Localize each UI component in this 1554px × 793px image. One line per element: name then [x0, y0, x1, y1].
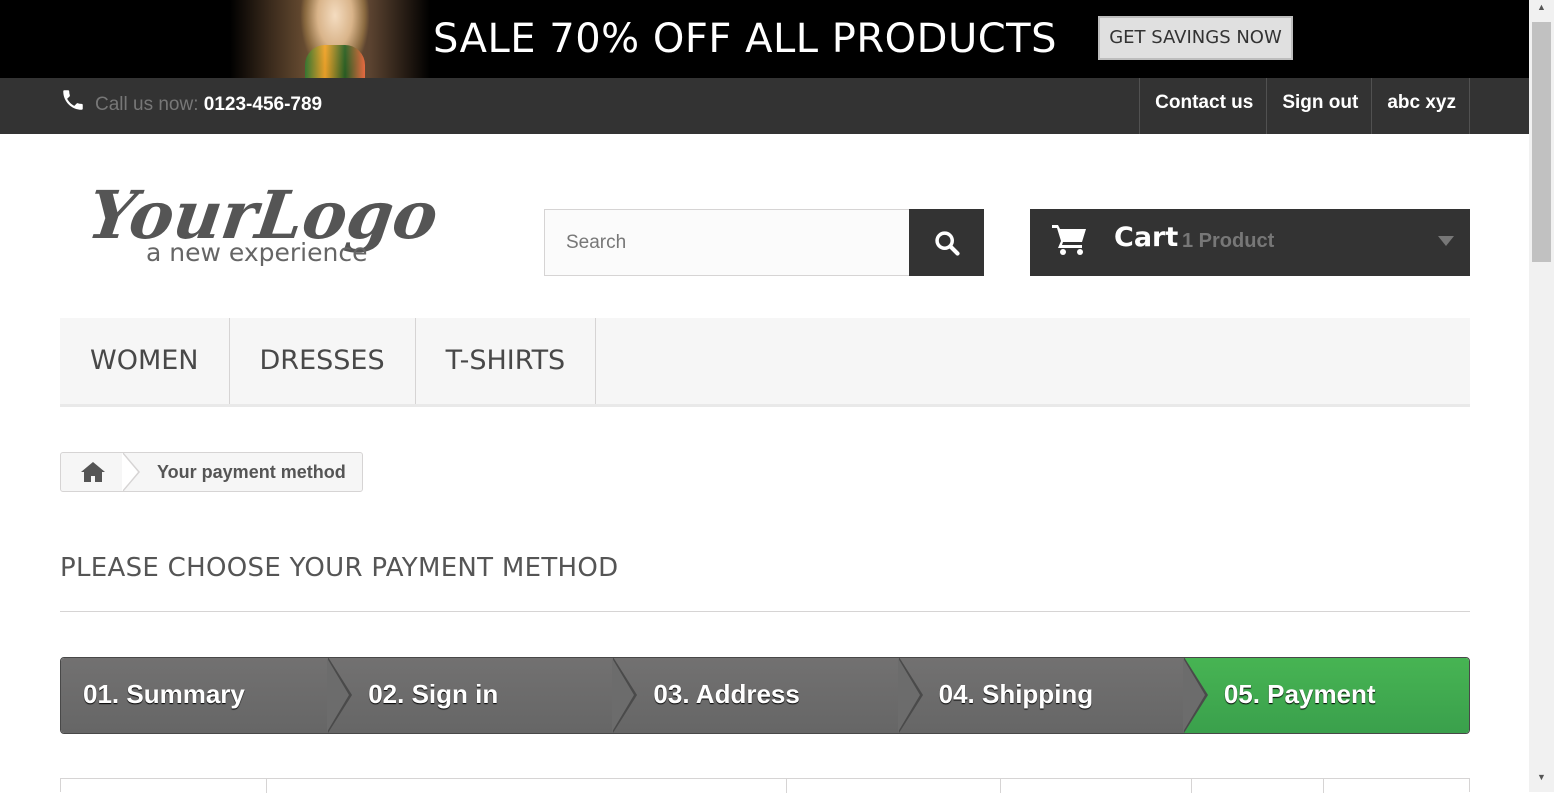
home-icon [81, 462, 105, 482]
cart-block[interactable]: Cart 1 Product [1030, 209, 1470, 276]
top-nav-links: Contact us Sign out abc xyz [1139, 78, 1470, 134]
step-address[interactable]: 03. Address [613, 658, 923, 733]
menu-item-women[interactable]: WOMEN [60, 318, 230, 404]
step-label: 01. Summary [83, 679, 245, 709]
banner-dress-image [305, 45, 365, 78]
step-label: 03. Address [653, 679, 800, 709]
step-payment: 05. Payment [1183, 658, 1469, 733]
site-logo[interactable]: YourLogo a new experience [92, 163, 452, 273]
step-summary[interactable]: 01. Summary [61, 658, 353, 733]
cart-summary-table [60, 778, 1470, 793]
step-arrow-inner [897, 658, 920, 732]
phone-number: 0123-456-789 [203, 94, 323, 115]
banner-headline: SALE 70% OFF ALL PRODUCTS [433, 16, 1057, 62]
call-us-label: Call us now: [95, 94, 204, 115]
page-title: PLEASE CHOOSE YOUR PAYMENT METHOD [60, 553, 619, 583]
top-nav-bar: Call us now: 0123-456-789 Contact us Sig… [0, 78, 1529, 134]
table-column-divider [1323, 779, 1324, 793]
logo-tagline: a new experience [146, 238, 367, 267]
search-box [544, 209, 910, 276]
chevron-down-icon[interactable] [1438, 236, 1454, 246]
checkout-steps: 01. Summary 02. Sign in 03. Address 04. … [60, 657, 1470, 734]
call-us-text: Call us now: 0123-456-789 [95, 94, 322, 116]
search-button[interactable] [909, 209, 984, 276]
table-column-divider [1191, 779, 1192, 793]
page-scrollbar[interactable]: ▲ ▼ [1529, 0, 1554, 792]
main-menu: WOMEN DRESSES T-SHIRTS [60, 318, 1470, 407]
step-label: 02. Sign in [368, 679, 499, 709]
sign-out-link[interactable]: Sign out [1266, 78, 1371, 134]
step-arrow-inner [327, 658, 350, 732]
account-link[interactable]: abc xyz [1371, 78, 1470, 134]
breadcrumb-separator-inner [122, 453, 138, 491]
promo-banner[interactable]: SALE 70% OFF ALL PRODUCTS GET SAVINGS NO… [0, 0, 1529, 78]
breadcrumb-current: Your payment method [157, 462, 346, 482]
step-sign-in[interactable]: 02. Sign in [328, 658, 638, 733]
scroll-down-arrow-icon[interactable]: ▼ [1537, 772, 1546, 782]
search-input[interactable] [545, 210, 909, 275]
cart-label: Cart [1114, 222, 1179, 253]
table-column-divider [1000, 779, 1001, 793]
search-icon [934, 230, 960, 256]
menu-item-dresses[interactable]: DRESSES [230, 318, 416, 404]
scroll-up-arrow-icon[interactable]: ▲ [1537, 2, 1546, 12]
breadcrumb: Your payment method [60, 452, 363, 492]
scroll-thumb[interactable] [1532, 22, 1551, 262]
step-arrow-inner [1182, 658, 1205, 732]
step-arrow-inner [612, 658, 635, 732]
contact-us-link[interactable]: Contact us [1139, 78, 1266, 134]
step-shipping[interactable]: 04. Shipping [898, 658, 1208, 733]
phone-icon [63, 90, 83, 110]
cart-quantity: 1 Product [1182, 230, 1275, 252]
cart-icon [1052, 225, 1086, 255]
step-label: 05. Payment [1223, 679, 1376, 709]
step-label: 04. Shipping [938, 679, 1094, 709]
get-savings-button[interactable]: GET SAVINGS NOW [1098, 16, 1293, 60]
table-column-divider [266, 779, 267, 793]
table-column-divider [786, 779, 787, 793]
menu-item-tshirts[interactable]: T-SHIRTS [416, 318, 597, 404]
heading-divider [60, 611, 1470, 612]
breadcrumb-home[interactable] [61, 453, 123, 491]
